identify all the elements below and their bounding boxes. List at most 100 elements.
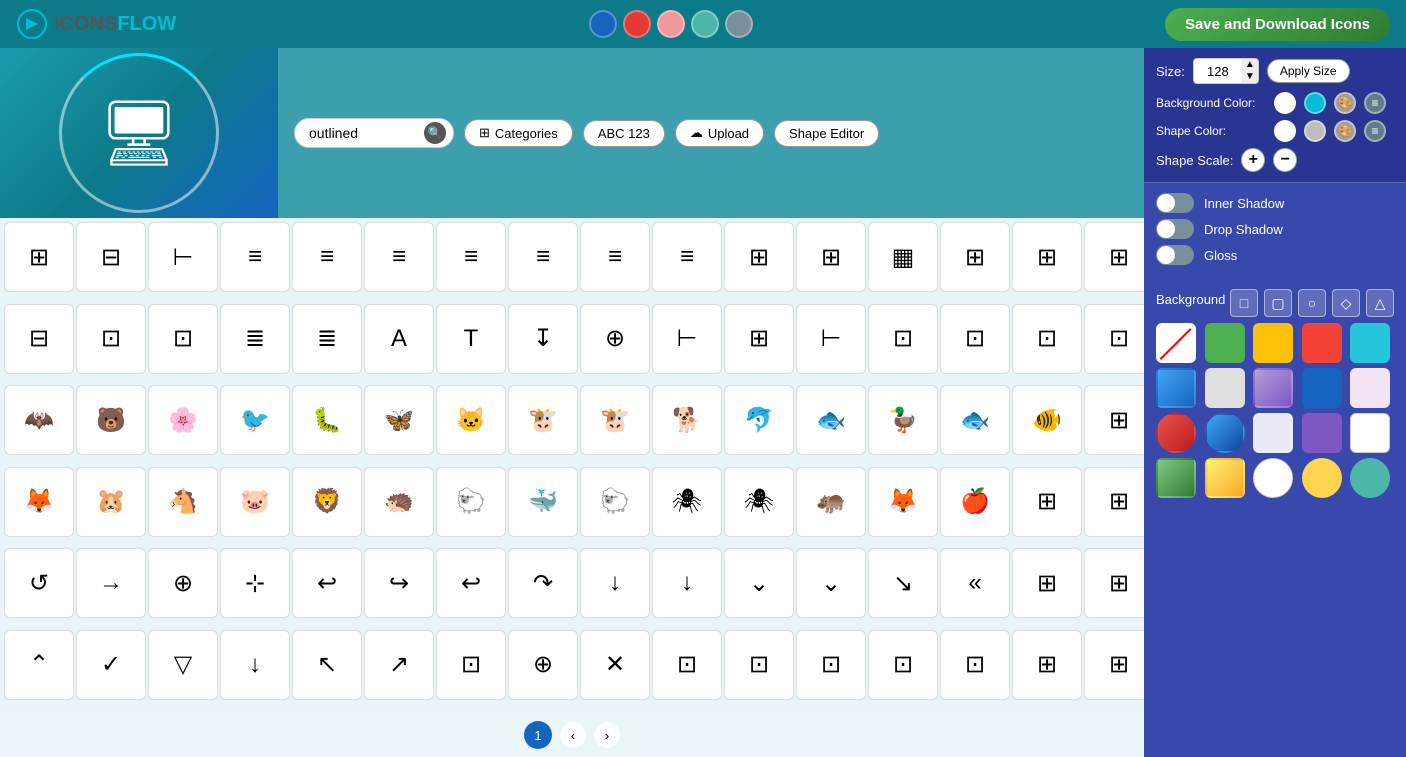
icon-cell[interactable]: 🐴 [148, 467, 218, 537]
icon-cell[interactable]: ⊡ [868, 304, 938, 374]
icon-cell[interactable]: ⊡ [148, 304, 218, 374]
icon-cell[interactable]: ✕ [580, 630, 650, 700]
icon-cell[interactable]: ⊡ [436, 630, 506, 700]
icon-cell[interactable]: ⊞ [1084, 548, 1144, 618]
icon-cell[interactable]: → [76, 548, 146, 618]
icon-cell[interactable]: ▽ [148, 630, 218, 700]
icon-cell[interactable]: ⊕ [148, 548, 218, 618]
bg-color-swatch[interactable] [1253, 368, 1293, 408]
size-input[interactable] [1194, 61, 1242, 82]
bg-color-swatch[interactable] [1253, 458, 1293, 498]
shape-color-more-button[interactable]: ≡ [1364, 120, 1386, 142]
icon-cell[interactable]: ≡ [508, 222, 578, 292]
icon-cell[interactable]: 🦇 [4, 385, 74, 455]
bg-color-swatch[interactable] [1156, 368, 1196, 408]
icon-cell[interactable]: 🐮 [508, 385, 578, 455]
icon-cell[interactable]: ⊡ [940, 304, 1010, 374]
icon-cell[interactable]: ≡ [652, 222, 722, 292]
icon-cell[interactable]: 🐑 [580, 467, 650, 537]
icon-cell[interactable]: ⊡ [1012, 304, 1082, 374]
icon-cell[interactable]: ⊢ [796, 304, 866, 374]
icon-cell[interactable]: ▦ [868, 222, 938, 292]
icon-cell[interactable]: ⊞ [1084, 222, 1144, 292]
bg-color-swatch[interactable] [1350, 368, 1390, 408]
bg-color-more-button[interactable]: ≡ [1364, 92, 1386, 114]
shape-color-picker-button[interactable]: 🎨 [1334, 120, 1356, 142]
icon-cell[interactable]: ⊡ [76, 304, 146, 374]
icon-cell[interactable]: ≡ [580, 222, 650, 292]
icon-cell[interactable]: ⊞ [796, 222, 866, 292]
icon-cell[interactable]: ⊢ [148, 222, 218, 292]
icon-cell[interactable]: ⊞ [1084, 385, 1144, 455]
bg-color-swatch[interactable] [1350, 413, 1390, 453]
bg-color-swatch[interactable] [1253, 413, 1293, 453]
icon-cell[interactable]: ⊞ [1012, 467, 1082, 537]
bg-color-white-swatch[interactable] [1274, 92, 1296, 114]
drop-shadow-toggle[interactable] [1156, 219, 1194, 239]
icon-cell[interactable]: ⊞ [4, 222, 74, 292]
icon-cell[interactable]: ⊢ [652, 304, 722, 374]
bg-triangle-btn[interactable]: △ [1366, 289, 1394, 317]
icon-cell[interactable]: ⊡ [724, 630, 794, 700]
icon-cell[interactable]: 🦔 [364, 467, 434, 537]
bg-color-cyan-swatch[interactable] [1304, 92, 1326, 114]
icon-cell[interactable]: ↘ [868, 548, 938, 618]
gloss-toggle[interactable] [1156, 245, 1194, 265]
bg-color-swatch[interactable] [1205, 323, 1245, 363]
inner-shadow-toggle[interactable] [1156, 193, 1194, 213]
bg-circle-btn[interactable]: ○ [1298, 289, 1326, 317]
next-page-button[interactable]: › [594, 722, 620, 748]
bg-color-swatch[interactable] [1350, 323, 1390, 363]
icon-cell[interactable]: 🐷 [220, 467, 290, 537]
shape-color-white-swatch[interactable] [1274, 120, 1296, 142]
icon-cell[interactable]: ⌄ [724, 548, 794, 618]
shape-color-gray-swatch[interactable] [1304, 120, 1326, 142]
abc123-button[interactable]: ABC 123 [583, 120, 665, 147]
icon-cell[interactable]: 🌸 [148, 385, 218, 455]
icon-cell[interactable]: ≣ [220, 304, 290, 374]
icon-cell[interactable]: ⊕ [508, 630, 578, 700]
icon-cell[interactable]: ↩ [292, 548, 362, 618]
icon-cell[interactable]: ⊞ [724, 222, 794, 292]
bg-color-swatch[interactable] [1253, 323, 1293, 363]
icon-cell[interactable]: 🕷 [652, 467, 722, 537]
bg-color-swatch[interactable] [1205, 413, 1245, 453]
icon-cell[interactable]: ≡ [220, 222, 290, 292]
icon-cell[interactable]: ≡ [436, 222, 506, 292]
save-download-button[interactable]: Save and Download Icons [1165, 8, 1390, 41]
icon-cell[interactable]: T [436, 304, 506, 374]
icon-cell[interactable]: ⊞ [1084, 467, 1144, 537]
icon-cell[interactable]: ⊞ [1012, 548, 1082, 618]
icon-cell[interactable]: 🍎 [940, 467, 1010, 537]
bg-color-swatch[interactable] [1350, 458, 1390, 498]
bg-color-swatch[interactable] [1205, 368, 1245, 408]
bg-color-swatch[interactable] [1302, 323, 1342, 363]
color-swatch-teal[interactable] [691, 10, 719, 38]
color-swatch-red[interactable] [623, 10, 651, 38]
icon-cell[interactable]: 🐟 [796, 385, 866, 455]
icon-cell[interactable]: ✓ [76, 630, 146, 700]
bg-color-swatch[interactable] [1302, 368, 1342, 408]
icon-cell[interactable]: ⊕ [580, 304, 650, 374]
icon-cell[interactable]: « [940, 548, 1010, 618]
size-up-button[interactable]: ▲ [1242, 59, 1258, 71]
icon-cell[interactable]: 🦛 [796, 467, 866, 537]
icon-cell[interactable]: ⌃ [4, 630, 74, 700]
bg-square-btn[interactable]: □ [1230, 289, 1258, 317]
bg-color-swatch[interactable] [1302, 458, 1342, 498]
icon-cell[interactable]: 🐱 [436, 385, 506, 455]
icon-cell[interactable]: ↷ [508, 548, 578, 618]
size-down-button[interactable]: ▼ [1242, 71, 1258, 83]
icon-cell[interactable]: 🦋 [364, 385, 434, 455]
icon-cell[interactable]: ⌄ [796, 548, 866, 618]
icon-cell[interactable]: 🐟 [940, 385, 1010, 455]
icon-cell[interactable]: ⊞ [724, 304, 794, 374]
scale-increase-button[interactable]: + [1241, 148, 1265, 172]
icon-cell[interactable]: ↩ [436, 548, 506, 618]
icon-cell[interactable]: 🐛 [292, 385, 362, 455]
color-swatch-pink[interactable] [657, 10, 685, 38]
icon-cell[interactable]: ⊡ [1084, 304, 1144, 374]
icon-cell[interactable]: 🦆 [868, 385, 938, 455]
icon-cell[interactable]: ≡ [364, 222, 434, 292]
icon-cell[interactable]: ↓ [580, 548, 650, 618]
